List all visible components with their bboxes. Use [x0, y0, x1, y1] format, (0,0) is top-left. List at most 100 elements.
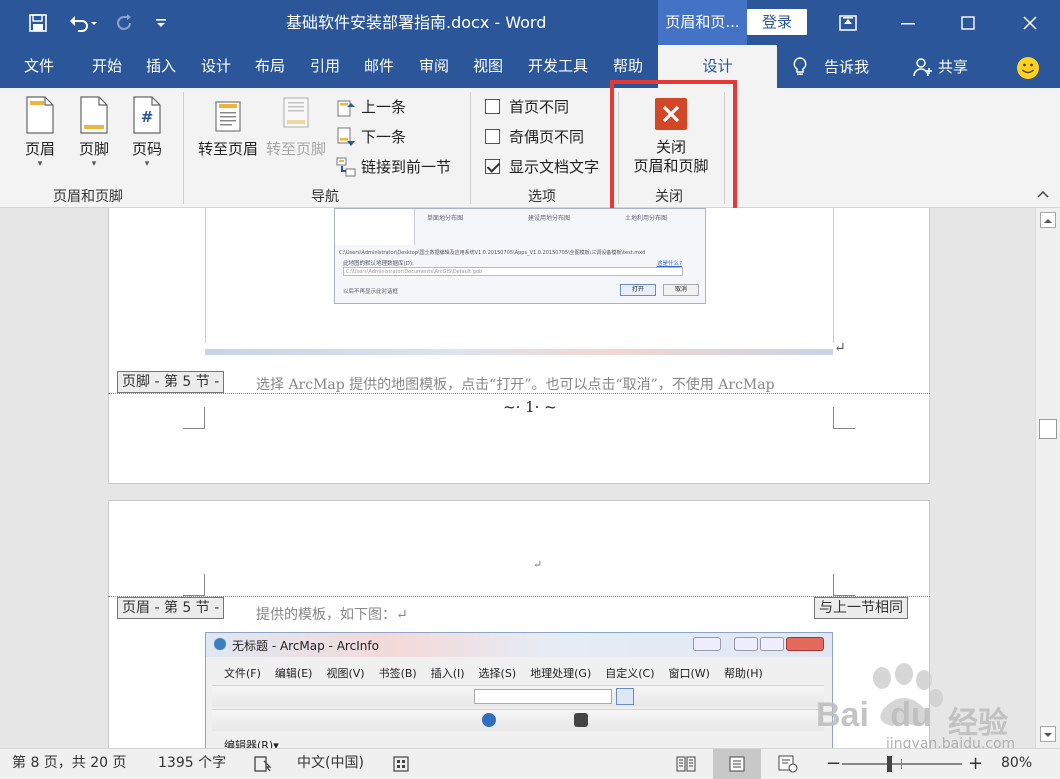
next-button[interactable]: 下一条 [336, 126, 406, 147]
macro-button[interactable] [392, 749, 410, 779]
title-bar: 基础软件安装部署指南.docx - Word 页眉和页... 登录 [0, 0, 1060, 45]
web-layout-button[interactable] [778, 749, 798, 779]
zoom-out-button[interactable]: − [826, 749, 841, 779]
crop-mark [833, 574, 855, 596]
vertical-scrollbar[interactable] [1035, 208, 1060, 748]
tab-insert[interactable]: 插入 [146, 45, 176, 88]
footer-button[interactable]: 页脚 ▾ [76, 96, 112, 169]
share-button[interactable]: 共享 [912, 45, 968, 88]
arcmap-menu-bar: 文件(F) 编辑(E) 视图(V) 书签(B) 插入(I) 选择(S) 地理处理(G) 自定义… [224, 665, 777, 681]
redo-icon [117, 13, 131, 30]
minimize-button[interactable] [878, 0, 938, 45]
dialog-open-button: 打开 [620, 284, 656, 296]
tab-view[interactable]: 视图 [473, 45, 503, 88]
close-header-footer-icon [655, 98, 687, 130]
scroll-down-button[interactable] [1040, 726, 1056, 742]
document-canvas[interactable]: 单面地分布图 建设用地分布图 土地利用分布图 C:\Users\Administ… [0, 208, 1035, 748]
tab-review[interactable]: 审阅 [419, 45, 449, 88]
footer-caret-icon: ▾ [91, 159, 97, 169]
crop-mark [183, 407, 205, 429]
tell-me-button[interactable]: 告诉我 [792, 45, 869, 88]
previous-button[interactable]: 上一条 [336, 96, 406, 117]
crop-mark [833, 407, 855, 429]
show-document-text-checkbox[interactable]: 显示文档文字 [485, 156, 599, 177]
share-person-icon [913, 57, 932, 76]
undo-button[interactable] [62, 0, 104, 45]
document-body-text[interactable]: 选择 ArcMap 提供的地图模板，点击“打开”。也可以点击“取消”，不使用 A… [256, 374, 775, 394]
scroll-up-button[interactable] [1040, 212, 1056, 228]
footer-page-icon [80, 96, 108, 134]
arcmap-menu-item: 帮助(H) [723, 667, 763, 680]
next-section-icon [337, 127, 355, 146]
arcmap-minimize-icon [734, 637, 758, 651]
checkbox-box [485, 159, 500, 174]
zoom-slider[interactable] [842, 749, 962, 779]
db-path-field: C:\Users\Administrator\Documents\ArcGIS\… [343, 267, 683, 276]
tab-developer[interactable]: 开发工具 [528, 45, 588, 88]
dialog-screenshot: 单面地分布图 建设用地分布图 土地利用分布图 C:\Users\Administ… [334, 208, 706, 304]
zoom-slider-thumb[interactable] [887, 756, 892, 772]
arcmap-binoculars-icon [574, 713, 588, 727]
taskbar-strip-image [205, 349, 833, 355]
paragraph-mark: ↵ [533, 558, 543, 571]
arcmap-title: 无标题 - ArcMap - ArcInfo [232, 639, 379, 653]
collapse-ribbon-button[interactable] [1037, 188, 1049, 202]
tab-references[interactable]: 引用 [310, 45, 340, 88]
goto-footer-icon [283, 97, 309, 128]
template-caption: 土地利用分布图 [625, 215, 668, 222]
tab-header-footer-design[interactable]: 设计 [658, 45, 777, 88]
tab-mailings[interactable]: 邮件 [364, 45, 394, 88]
dialog-tree-pane [335, 209, 415, 245]
print-layout-button[interactable] [713, 749, 761, 779]
group-label-header-footer: 页眉和页脚 [53, 189, 123, 205]
tab-help[interactable]: 帮助 [613, 45, 643, 88]
proofing-button[interactable] [253, 749, 273, 779]
group-separator [618, 92, 619, 204]
macro-record-icon [393, 756, 409, 772]
document-body-text[interactable]: 提供的模板，如下图：↵ [256, 604, 408, 624]
word-count[interactable]: 1395 个字 [158, 749, 226, 779]
zoom-in-button[interactable]: + [968, 749, 983, 779]
tab-home[interactable]: 开始 [92, 45, 122, 88]
arcmap-maximize-icon [760, 637, 784, 651]
tab-design[interactable]: 设计 [201, 45, 231, 88]
goto-header-button[interactable]: 转至页眉 [196, 96, 260, 159]
link-to-previous-button[interactable]: 链接到前一节 [336, 156, 451, 177]
tab-file[interactable]: 文件 [24, 45, 54, 88]
group-separator [724, 92, 725, 204]
feedback-smiley-button[interactable] [1016, 54, 1040, 79]
group-separator [470, 92, 471, 204]
goto-footer-button[interactable]: 转至页脚 [264, 96, 328, 159]
arcmap-menu-item: 窗口(W) [668, 667, 710, 680]
page-number-caret-icon: ▾ [144, 159, 150, 169]
maximize-button[interactable] [938, 0, 998, 45]
link-chain-icon [336, 157, 356, 176]
close-icon [1023, 15, 1037, 30]
template-path: C:\Users\Administrator\Desktop\国土数据编辑及应用… [339, 250, 646, 256]
customize-quick-access-button[interactable] [148, 0, 174, 45]
header-button[interactable]: 页眉 ▾ [22, 96, 58, 169]
template-caption: 建设用地分布图 [528, 215, 571, 222]
arcmap-screenshot: 无标题 - ArcMap - ArcInfo 文件(F) 编辑(E) 视图(V) 书签… [205, 632, 833, 748]
tab-layout[interactable]: 布局 [255, 45, 285, 88]
ribbon-display-options-icon [839, 14, 857, 31]
different-odd-even-checkbox[interactable]: 奇偶页不同 [485, 126, 584, 147]
crop-mark [183, 574, 205, 596]
arcmap-menu-item: 视图(V) [326, 667, 365, 680]
language-indicator[interactable]: 中文(中国) [297, 749, 364, 779]
scroll-thumb[interactable] [1039, 419, 1057, 439]
read-mode-button[interactable] [676, 749, 696, 779]
zoom-level[interactable]: 80% [1001, 749, 1032, 779]
dont-show-label: 以后不再显示此对话框 [343, 289, 399, 295]
page-number-button[interactable]: # 页码 ▾ [129, 96, 165, 169]
close-header-footer-button[interactable]: 关闭 页眉和页脚 [628, 98, 714, 176]
redo-button[interactable] [110, 0, 138, 45]
close-button[interactable] [1000, 0, 1060, 45]
different-first-page-checkbox[interactable]: 首页不同 [485, 96, 569, 117]
ribbon-display-options-button[interactable] [818, 0, 878, 45]
login-button[interactable]: 登录 [747, 9, 807, 35]
page-info[interactable]: 第 8 页，共 20 页 [12, 749, 127, 779]
header-boundary-line [108, 596, 930, 597]
save-button[interactable] [22, 0, 54, 45]
footer-page-number[interactable]: ~· 1· ~ [503, 398, 557, 416]
